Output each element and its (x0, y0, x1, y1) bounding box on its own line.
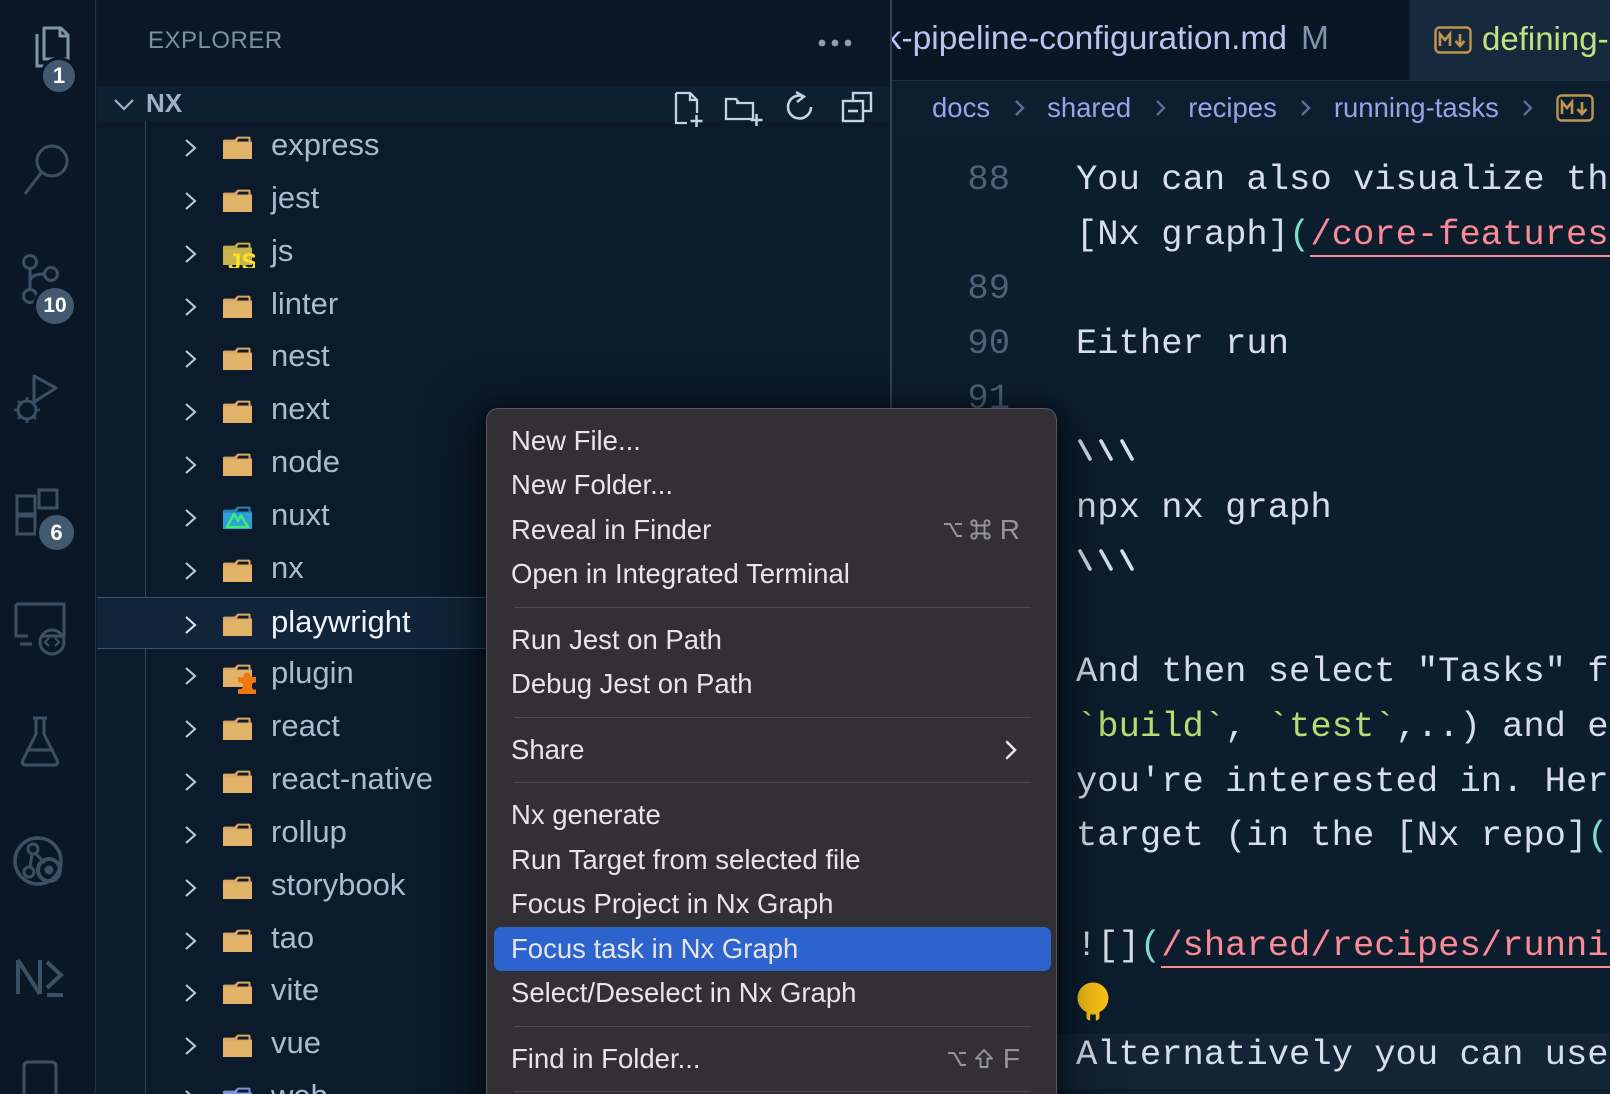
svg-text:JS: JS (228, 249, 255, 268)
